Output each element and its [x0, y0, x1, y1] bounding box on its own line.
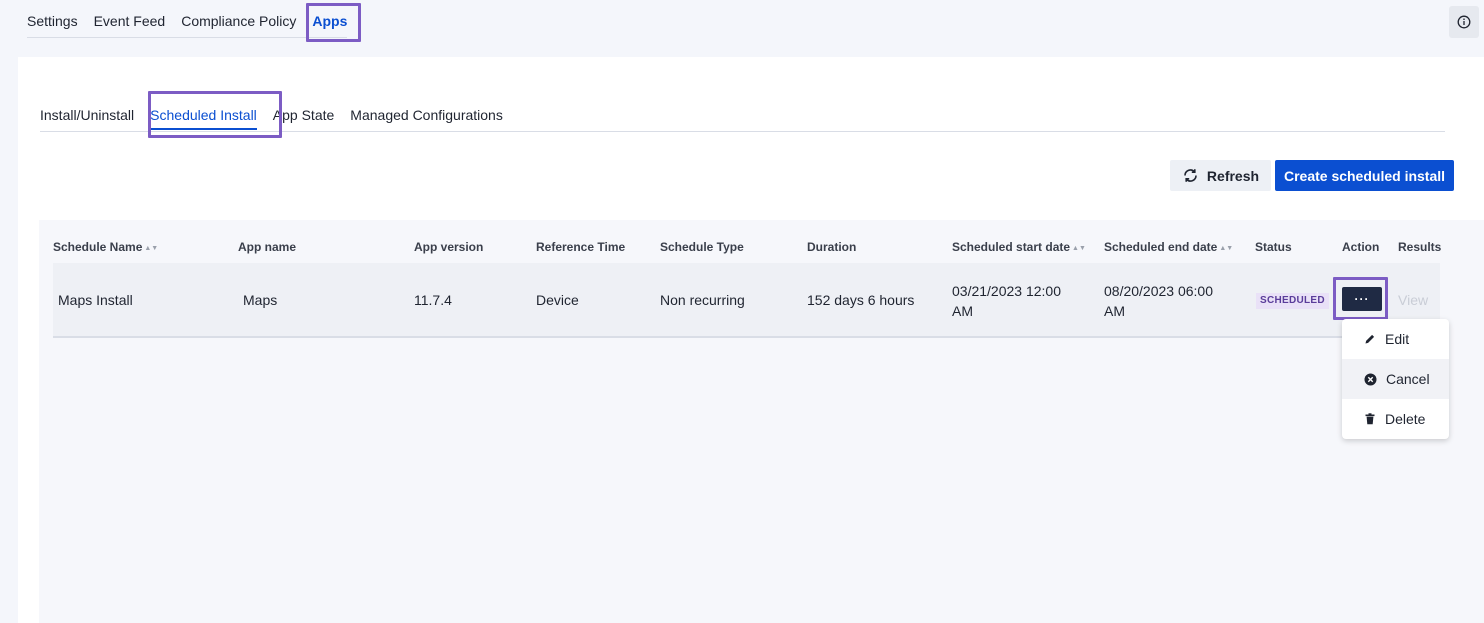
menu-item-label: Cancel — [1386, 371, 1430, 387]
tab-compliance-policy[interactable]: Compliance Policy — [181, 0, 296, 37]
menu-item-delete[interactable]: Delete — [1342, 399, 1449, 439]
info-button[interactable] — [1449, 6, 1479, 38]
column-header-results: Results — [1398, 240, 1442, 254]
tab-settings[interactable]: Settings — [27, 0, 78, 37]
refresh-icon — [1184, 169, 1197, 182]
end-date-line1: 08/20/2023 06:00 — [1104, 283, 1213, 299]
column-header-end-date[interactable]: Scheduled end date ▲▼ — [1104, 240, 1233, 254]
column-header-app-version: App version — [414, 240, 484, 254]
create-scheduled-install-button[interactable]: Create scheduled install — [1275, 160, 1454, 191]
column-header-start-date[interactable]: Scheduled start date ▲▼ — [952, 240, 1086, 254]
cell-start-date: 03/21/2023 12:00 AM — [952, 281, 1061, 321]
cell-duration: 152 days 6 hours — [807, 292, 915, 308]
row-action-menu-button[interactable]: ··· — [1342, 287, 1382, 311]
column-header-duration: Duration — [807, 240, 857, 254]
cell-schedule-name: Maps Install — [58, 292, 133, 308]
column-header-reference-time: Reference Time — [536, 240, 626, 254]
sub-tabs: Install/Uninstall Scheduled Install App … — [40, 105, 1445, 132]
column-header-app-name: App name — [238, 240, 297, 254]
schedule-table: Schedule Name ▲▼ App name App version Ref… — [39, 220, 1484, 623]
action-dropdown-menu: Edit Cancel Delete — [1342, 319, 1449, 439]
table-header: Schedule Name ▲▼ App name App version Ref… — [53, 220, 1442, 263]
column-header-action: Action — [1342, 240, 1380, 254]
tab-app-state[interactable]: App State — [273, 105, 335, 131]
sort-icon: ▲▼ — [1219, 245, 1234, 252]
pencil-icon — [1365, 334, 1375, 344]
cell-reference-time: Device — [536, 292, 579, 308]
menu-item-label: Edit — [1385, 331, 1410, 347]
cell-app-version: 11.7.4 — [414, 292, 452, 308]
cell-end-date: 08/20/2023 06:00 AM — [1104, 281, 1213, 321]
column-label: Scheduled start date — [952, 240, 1071, 254]
tab-apps[interactable]: Apps — [312, 0, 347, 37]
top-nav: Settings Event Feed Compliance Policy Ap… — [0, 0, 1484, 44]
cell-schedule-type: Non recurring — [660, 292, 745, 308]
tab-event-feed[interactable]: Event Feed — [94, 0, 166, 37]
sort-icon: ▲▼ — [144, 245, 159, 252]
view-results-link[interactable]: View — [1398, 292, 1428, 308]
menu-item-cancel[interactable]: Cancel — [1342, 359, 1449, 399]
column-header-status: Status — [1255, 240, 1292, 254]
tab-scheduled-install[interactable]: Scheduled Install — [150, 105, 257, 131]
trash-icon — [1365, 413, 1375, 425]
cell-app-name: Maps — [243, 292, 278, 308]
menu-item-label: Delete — [1385, 411, 1426, 427]
refresh-button[interactable]: Refresh — [1170, 160, 1271, 191]
column-label: Schedule Name — [53, 240, 143, 254]
start-date-line2: AM — [952, 303, 973, 319]
info-icon — [1457, 15, 1471, 29]
tab-install-uninstall[interactable]: Install/Uninstall — [40, 105, 134, 131]
menu-item-edit[interactable]: Edit — [1342, 319, 1449, 359]
start-date-line1: 03/21/2023 12:00 — [952, 283, 1061, 299]
tab-managed-configurations[interactable]: Managed Configurations — [350, 105, 503, 131]
close-circle-icon — [1364, 373, 1377, 385]
status-badge: SCHEDULED — [1256, 293, 1329, 309]
column-header-schedule-type: Schedule Type — [660, 240, 744, 254]
top-tabs: Settings Event Feed Compliance Policy Ap… — [27, 0, 348, 38]
sort-icon: ▲▼ — [1072, 245, 1086, 252]
end-date-line2: AM — [1104, 303, 1125, 319]
main-panel: Install/Uninstall Scheduled Install App … — [18, 57, 1484, 623]
column-header-schedule-name[interactable]: Schedule Name ▲▼ — [53, 240, 158, 254]
column-label: Scheduled end date — [1104, 240, 1218, 254]
table-row: Maps Install Maps 11.7.4 Device Non recu… — [53, 263, 1440, 338]
refresh-label: Refresh — [1206, 167, 1260, 184]
